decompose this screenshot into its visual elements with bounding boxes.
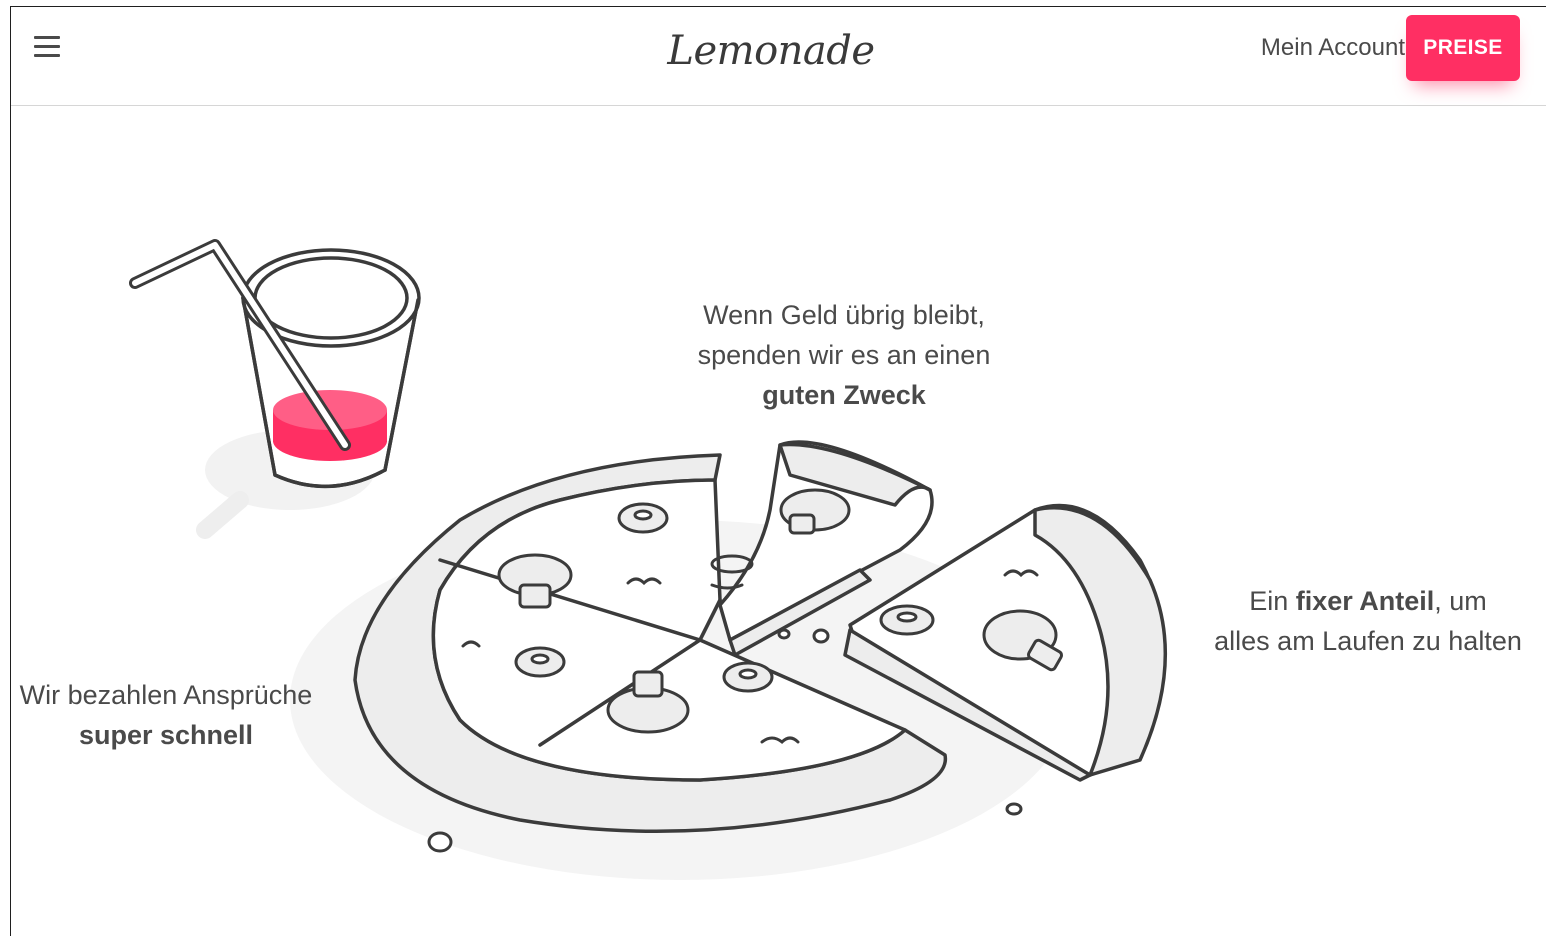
caption-charity: Wenn Geld übrig bleibt, spenden wir es a… (697, 300, 991, 410)
pizza-illustration (129, 239, 1168, 880)
illustration-scene: Wenn Geld übrig bleibt, spenden wir es a… (0, 0, 1546, 926)
caption-fast-claims: Wir bezahlen Ansprüche super schnell (19, 680, 313, 750)
caption-fixed-share: Ein fixer Anteil, um alles am Laufen zu … (1214, 586, 1522, 656)
drink-cup-icon (129, 239, 421, 489)
